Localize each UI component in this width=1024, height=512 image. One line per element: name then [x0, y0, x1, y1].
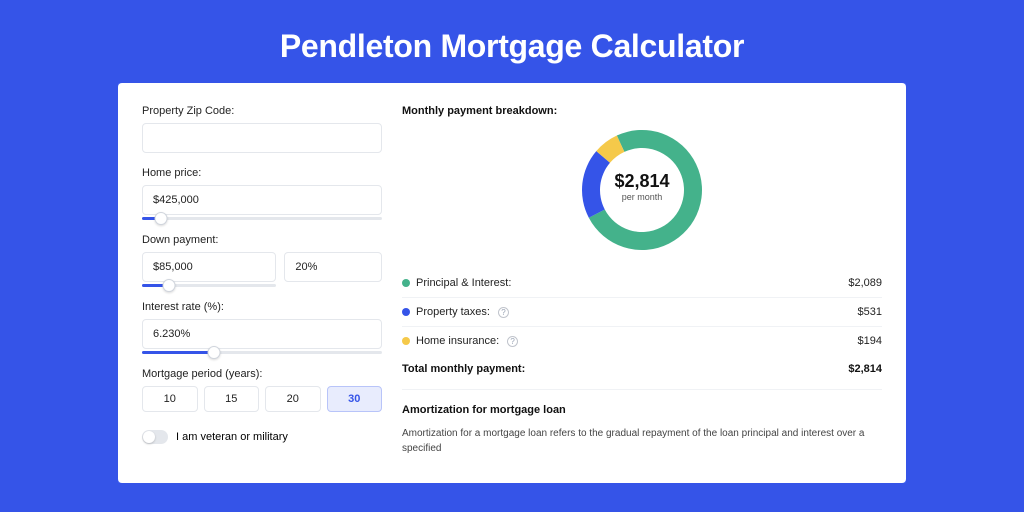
price-slider-thumb[interactable] — [155, 212, 168, 225]
donut-sub: per month — [602, 192, 682, 202]
rate-input[interactable] — [142, 319, 382, 349]
period-option-30[interactable]: 30 — [327, 386, 383, 412]
period-field: Mortgage period (years): 10152030 — [142, 368, 382, 412]
form-panel: Property Zip Code: Home price: Down paym… — [142, 105, 382, 461]
legend-row: Principal & Interest: $2,089 — [402, 269, 882, 298]
calculator-card: Property Zip Code: Home price: Down paym… — [118, 83, 906, 483]
veteran-label: I am veteran or military — [176, 431, 288, 443]
down-slider[interactable] — [142, 284, 276, 287]
page-title: Pendleton Mortgage Calculator — [0, 28, 1024, 65]
legend-value: $531 — [858, 306, 882, 318]
help-icon[interactable]: ? — [498, 307, 509, 318]
zip-label: Property Zip Code: — [142, 105, 382, 117]
period-option-15[interactable]: 15 — [204, 386, 260, 412]
down-field: Down payment: — [142, 234, 382, 287]
period-label: Mortgage period (years): — [142, 368, 382, 380]
amort-text: Amortization for a mortgage loan refers … — [402, 426, 882, 456]
rate-slider[interactable] — [142, 351, 382, 354]
down-pct-input[interactable] — [284, 252, 382, 282]
calculator-frame: Property Zip Code: Home price: Down paym… — [118, 83, 906, 483]
donut-svg: $2,814 per month — [577, 125, 707, 255]
total-value: $2,814 — [848, 363, 882, 375]
veteran-row: I am veteran or military — [142, 430, 382, 444]
amort-title: Amortization for mortgage loan — [402, 404, 882, 416]
price-input[interactable] — [142, 185, 382, 215]
period-option-20[interactable]: 20 — [265, 386, 321, 412]
legend-label: Principal & Interest: — [416, 277, 511, 289]
legend-dot-icon — [402, 279, 410, 287]
zip-field: Property Zip Code: — [142, 105, 382, 153]
down-label: Down payment: — [142, 234, 382, 246]
legend-dot-icon — [402, 337, 410, 345]
total-row: Total monthly payment: $2,814 — [402, 355, 882, 389]
breakdown-title: Monthly payment breakdown: — [402, 105, 882, 117]
down-amount-input[interactable] — [142, 252, 276, 282]
legend-value: $194 — [858, 335, 882, 347]
period-option-10[interactable]: 10 — [142, 386, 198, 412]
price-slider[interactable] — [142, 217, 382, 220]
zip-input[interactable] — [142, 123, 382, 153]
legend-dot-icon — [402, 308, 410, 316]
veteran-toggle[interactable] — [142, 430, 168, 444]
period-segmented: 10152030 — [142, 386, 382, 412]
price-label: Home price: — [142, 167, 382, 179]
breakdown-panel: Monthly payment breakdown: $2,814 per mo… — [402, 105, 882, 461]
total-label: Total monthly payment: — [402, 363, 525, 375]
legend-row: Home insurance:? $194 — [402, 327, 882, 355]
legend-row: Property taxes:? $531 — [402, 298, 882, 327]
amortization-section: Amortization for mortgage loan Amortizat… — [402, 389, 882, 456]
legend-value: $2,089 — [848, 277, 882, 289]
donut-chart: $2,814 per month — [402, 121, 882, 269]
price-field: Home price: — [142, 167, 382, 220]
legend-label: Home insurance: — [416, 335, 499, 347]
rate-field: Interest rate (%): — [142, 301, 382, 354]
legend-list: Principal & Interest: $2,089 Property taxe… — [402, 269, 882, 355]
rate-slider-thumb[interactable] — [208, 346, 221, 359]
rate-label: Interest rate (%): — [142, 301, 382, 313]
donut-amount: $2,814 — [602, 171, 682, 192]
help-icon[interactable]: ? — [507, 336, 518, 347]
down-slider-thumb[interactable] — [162, 279, 175, 292]
legend-label: Property taxes: — [416, 306, 490, 318]
